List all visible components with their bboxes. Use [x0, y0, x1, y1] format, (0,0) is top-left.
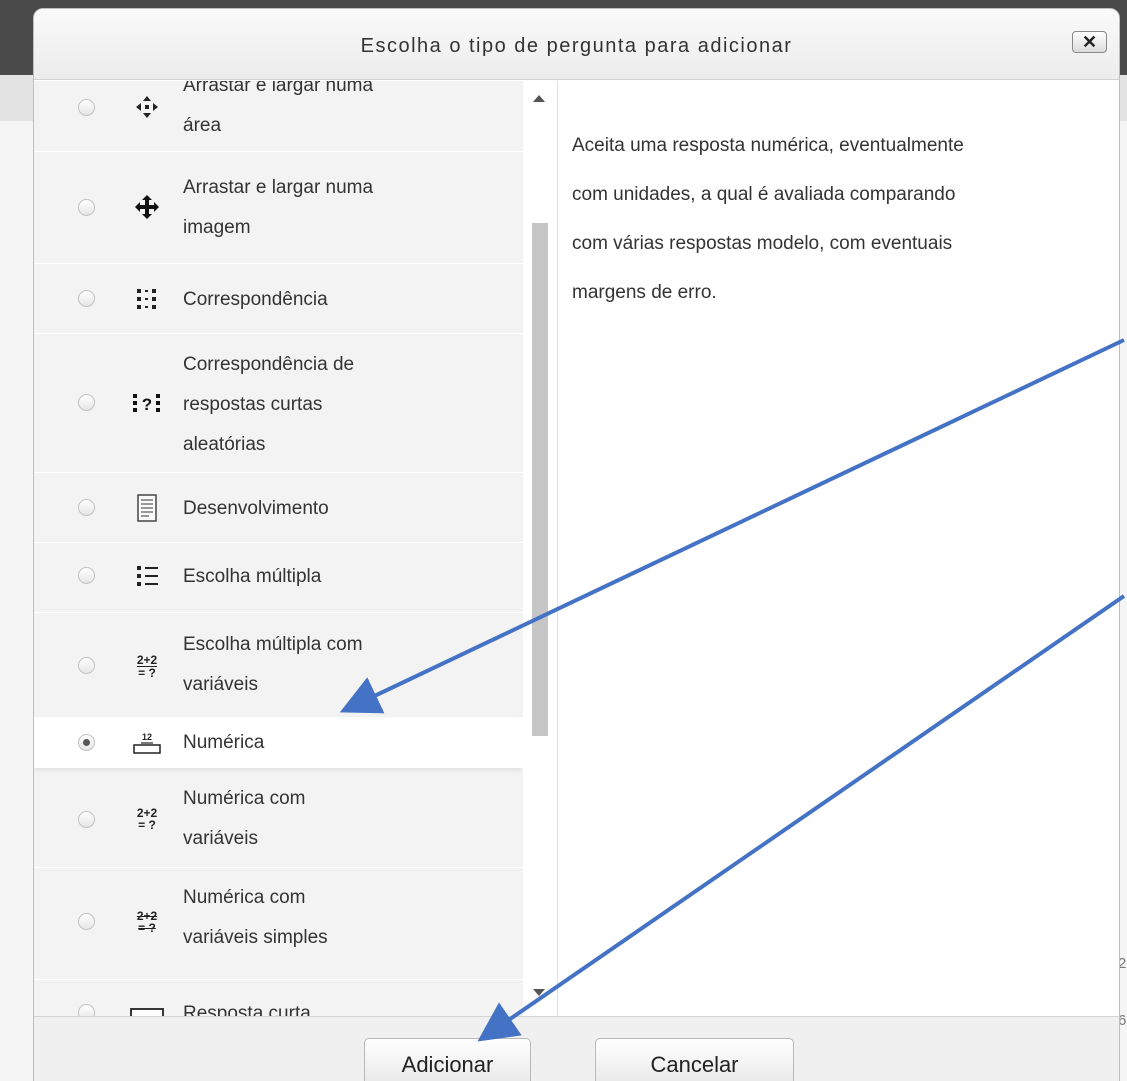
- short-answer-icon: [130, 996, 164, 1016]
- option-radio[interactable]: [78, 99, 95, 116]
- random-matching-icon: ?: [130, 386, 164, 420]
- scroll-up-arrow-icon[interactable]: [533, 95, 545, 102]
- calculated-simple-icon: 2+2 = ?: [136, 909, 158, 935]
- option-label: Escolha múltipla com variáveis: [183, 634, 363, 695]
- option-radio[interactable]: [78, 394, 95, 411]
- option-radio[interactable]: [78, 567, 95, 584]
- dialog-title: Escolha o tipo de pergunta para adiciona…: [360, 35, 793, 57]
- option-label: Resposta curta: [183, 1003, 311, 1016]
- option-label: Numérica com variáveis simples: [183, 887, 328, 948]
- option-label: Numérica com variáveis: [183, 788, 306, 849]
- option-label: Escolha múltipla: [183, 566, 322, 587]
- dialog-footer: Adicionar Cancelar: [34, 1016, 1119, 1081]
- option-short-answer[interactable]: Resposta curta: [34, 980, 523, 1016]
- option-radio[interactable]: [78, 811, 95, 828]
- numerical-icon: 12: [130, 726, 164, 760]
- option-label: Arrastar e largar numa imagem: [183, 177, 374, 238]
- option-drag-drop-image[interactable]: Arrastar e largar numa imagem: [34, 152, 523, 264]
- option-radio[interactable]: [78, 290, 95, 307]
- svg-text:12: 12: [142, 732, 152, 742]
- add-button[interactable]: Adicionar: [364, 1038, 531, 1081]
- option-numerical[interactable]: 12 Numérica: [34, 718, 523, 768]
- matching-grid-icon: [130, 282, 164, 316]
- option-label: Correspondência: [183, 289, 328, 310]
- option-label: Correspondência de respostas curtas alea…: [183, 354, 355, 455]
- move-arrows-icon: [130, 90, 164, 124]
- option-calculated-simple[interactable]: 2+2 = ? Numérica com variáveis simples: [34, 868, 523, 980]
- description-panel: Aceita uma resposta numérica, eventualme…: [557, 81, 1119, 1016]
- option-radio[interactable]: [78, 657, 95, 674]
- option-radio-selected[interactable]: [78, 734, 95, 751]
- question-type-description: Aceita uma resposta numérica, eventualme…: [572, 135, 964, 303]
- option-calculated-multichoice[interactable]: 2+2 = ? Escolha múltipla com variáveis: [34, 613, 523, 718]
- option-matching[interactable]: Correspondência: [34, 264, 523, 334]
- option-random-short-answer-matching[interactable]: ? Correspondência de respostas curtas al…: [34, 334, 523, 473]
- list-scrollbar[interactable]: [523, 81, 557, 1016]
- move-cross-icon: [130, 190, 164, 224]
- choose-question-type-dialog: Escolha o tipo de pergunta para adiciona…: [33, 8, 1120, 1081]
- option-radio[interactable]: [78, 199, 95, 216]
- option-radio[interactable]: [78, 1004, 95, 1016]
- option-calculated[interactable]: 2+2 = ? Numérica com variáveis: [34, 768, 523, 868]
- essay-document-icon: [130, 491, 164, 525]
- multichoice-list-icon: [130, 559, 164, 593]
- option-label: Numérica: [183, 732, 265, 753]
- scroll-down-arrow-icon[interactable]: [533, 989, 545, 996]
- scrollbar-thumb[interactable]: [532, 223, 548, 736]
- calculated-multichoice-icon: 2+2 = ?: [136, 652, 158, 680]
- option-drag-drop-area[interactable]: Arrastar e largar numa área: [34, 81, 523, 152]
- option-essay[interactable]: Desenvolvimento: [34, 473, 523, 543]
- calculated-icon: 2+2 = ?: [136, 806, 158, 832]
- question-type-list: Arrastar e largar numa área Arrastar e l…: [34, 81, 523, 1016]
- option-label: Desenvolvimento: [183, 498, 329, 519]
- cancel-button[interactable]: Cancelar: [595, 1038, 794, 1081]
- option-label: Arrastar e largar numa área: [183, 81, 374, 136]
- close-button[interactable]: ✕: [1072, 31, 1107, 53]
- option-multichoice[interactable]: Escolha múltipla: [34, 543, 523, 613]
- option-radio[interactable]: [78, 499, 95, 516]
- option-radio[interactable]: [78, 913, 95, 930]
- svg-text:?: ?: [142, 395, 152, 414]
- dialog-header: Escolha o tipo de pergunta para adiciona…: [34, 9, 1119, 80]
